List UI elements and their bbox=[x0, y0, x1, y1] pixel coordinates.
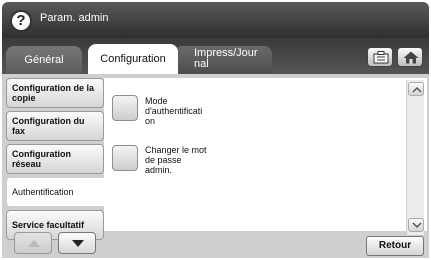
menu-scroll-up-button[interactable] bbox=[14, 232, 52, 254]
job-status-icon bbox=[373, 51, 389, 64]
back-button[interactable]: Retour bbox=[366, 236, 424, 256]
scrollbar-up-button[interactable] bbox=[408, 82, 424, 96]
authentication-mode-label: Mode d'authentificati on bbox=[145, 96, 203, 126]
tab-impress-label-line2: nal bbox=[194, 58, 209, 70]
sidebar-item-label: fax bbox=[12, 126, 26, 136]
authentication-mode-button[interactable] bbox=[112, 95, 138, 121]
home-button[interactable] bbox=[397, 47, 423, 67]
scroll-down-icon bbox=[72, 240, 84, 247]
home-icon bbox=[403, 51, 419, 64]
change-admin-password-label: Changer le mot de passe admin. bbox=[145, 145, 207, 175]
tab-general[interactable]: Général bbox=[6, 46, 82, 74]
menu-scroll-down-button[interactable] bbox=[58, 232, 96, 254]
job-status-button[interactable] bbox=[367, 47, 393, 67]
header-bar: ? Param. admin bbox=[2, 2, 429, 38]
sidebar-item-network-config[interactable]: Configuration réseau bbox=[6, 144, 104, 174]
scrollbar-down-button[interactable] bbox=[408, 218, 424, 232]
page-title: Param. admin bbox=[40, 12, 109, 24]
sidebar-item-fax-config[interactable]: Configuration du fax bbox=[6, 111, 104, 141]
help-icon[interactable]: ? bbox=[10, 10, 32, 32]
sidebar-item-label: copie bbox=[12, 93, 36, 103]
options-panel: Mode d'authentificati on Changer le mot de … bbox=[104, 78, 427, 231]
chevron-up-icon bbox=[412, 86, 422, 93]
sidebar-item-label: Configuration bbox=[12, 149, 71, 159]
sidebar-item-label: Configuration de la bbox=[12, 83, 94, 93]
change-admin-password-button[interactable] bbox=[112, 145, 138, 171]
tab-impress-journal[interactable]: Impress/Jour nal bbox=[174, 46, 272, 74]
sidebar-item-label: Authentification bbox=[12, 187, 74, 197]
sidebar-item-label: Configuration du bbox=[12, 116, 85, 126]
sidebar-item-authentication[interactable]: Authentification bbox=[6, 177, 110, 207]
tab-configuration[interactable]: Configuration bbox=[88, 44, 178, 75]
screen: ? Param. admin Général Impress/Jour nal … bbox=[0, 0, 431, 260]
chevron-down-icon bbox=[412, 222, 422, 229]
scrollbar[interactable] bbox=[406, 80, 424, 235]
scroll-up-icon bbox=[28, 240, 40, 247]
sidebar-item-label: Service facultatif bbox=[12, 220, 85, 230]
sidebar-item-label: réseau bbox=[12, 159, 42, 169]
sidebar-item-copy-config[interactable]: Configuration de la copie bbox=[6, 78, 104, 108]
